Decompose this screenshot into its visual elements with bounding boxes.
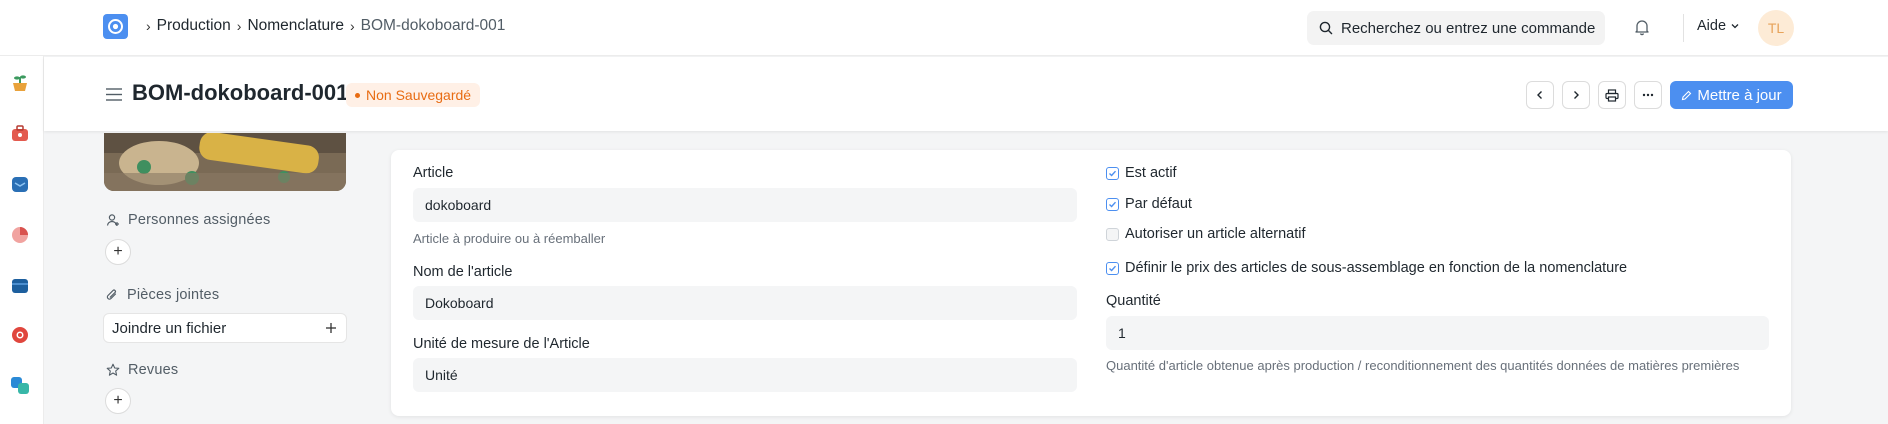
module-plant-icon[interactable] [9, 72, 31, 94]
add-assignee-button[interactable]: + [105, 239, 131, 265]
uom-field[interactable]: Unité [413, 358, 1077, 392]
module-toolbox-icon[interactable] [9, 122, 31, 144]
help-label: Aide [1697, 18, 1727, 34]
chevron-right-icon: › [349, 18, 355, 34]
is-active-checkbox[interactable] [1106, 166, 1119, 180]
print-button[interactable] [1598, 81, 1626, 109]
menu-toggle-icon[interactable] [106, 88, 122, 104]
paperclip-icon [106, 289, 117, 300]
module-folder-icon[interactable] [9, 274, 31, 296]
breadcrumb-nomenclature[interactable]: Nomenclature [247, 17, 344, 35]
breadcrumb-production[interactable]: Production [157, 17, 231, 35]
printer-icon [1605, 88, 1619, 102]
item-image[interactable] [104, 133, 346, 191]
search-icon [1319, 21, 1333, 35]
previous-record-button[interactable] [1526, 81, 1554, 109]
attachments-label: Pièces jointes [127, 287, 220, 303]
check-icon [1109, 265, 1117, 272]
chevron-down-icon [1731, 24, 1739, 29]
is-default-checkbox-row[interactable]: Par défaut [1106, 196, 1192, 212]
is-default-checkbox[interactable] [1106, 197, 1119, 211]
breadcrumb: › Production › Nomenclature › BOM-dokobo… [140, 17, 505, 35]
avatar[interactable]: TL [1758, 10, 1794, 46]
reviews-section-label: Revues [106, 362, 178, 378]
allow-alternative-checkbox-row[interactable]: Autoriser un article alternatif [1106, 226, 1306, 242]
is-active-label: Est actif [1125, 165, 1177, 181]
set-rate-checkbox[interactable] [1106, 261, 1119, 275]
chevron-left-icon [1537, 91, 1542, 99]
page-title: BOM-dokoboard-001 [132, 80, 349, 105]
top-navbar: › Production › Nomenclature › BOM-dokobo… [0, 0, 1888, 56]
user-icon [106, 214, 119, 226]
item-field-help: Article à produire ou à réemballer [413, 231, 606, 246]
is-default-label: Par défaut [1125, 196, 1192, 212]
update-button-label: Mettre à jour [1697, 86, 1782, 104]
quantity-field[interactable]: 1 [1106, 316, 1769, 350]
module-pie-chart-icon[interactable] [9, 223, 31, 245]
module-inbox-icon[interactable] [9, 173, 31, 195]
check-icon [1109, 170, 1117, 177]
pencil-icon [1682, 90, 1692, 100]
status-label: Non Sauvegardé [366, 87, 472, 103]
chevron-right-icon [1574, 91, 1579, 99]
next-record-button[interactable] [1562, 81, 1590, 109]
help-menu[interactable]: Aide [1697, 18, 1740, 34]
check-icon [1109, 201, 1117, 208]
assigned-section-label: Personnes assignées [106, 212, 270, 228]
chevron-right-icon: › [146, 18, 151, 34]
item-field[interactable]: dokoboard [413, 188, 1077, 222]
is-active-checkbox-row[interactable]: Est actif [1106, 165, 1177, 181]
quantity-label: Quantité [1106, 293, 1161, 309]
allow-alternative-checkbox[interactable] [1106, 227, 1119, 241]
more-actions-button[interactable] [1634, 81, 1662, 109]
add-review-button[interactable]: + [105, 388, 131, 414]
navbar-divider [1683, 14, 1684, 42]
update-button[interactable]: Mettre à jour [1670, 81, 1793, 109]
assigned-label: Personnes assignées [128, 212, 271, 228]
set-rate-checkbox-row[interactable]: Définir le prix des articles de sous-ass… [1106, 260, 1627, 276]
breadcrumb-current[interactable]: BOM-dokoboard-001 [361, 17, 506, 35]
bom-form-card: Article dokoboard Article à produire ou … [391, 150, 1791, 416]
search-bar[interactable] [1307, 11, 1605, 45]
app-logo-icon[interactable] [103, 14, 128, 39]
quantity-help: Quantité d'article obtenue après product… [1106, 358, 1740, 373]
attachments-section-label: Pièces jointes [106, 287, 219, 303]
attach-file-label: Joindre un fichier [112, 319, 227, 337]
item-field-label: Article [413, 165, 454, 181]
ellipsis-icon [1642, 93, 1654, 97]
notification-bell-icon[interactable] [1634, 18, 1650, 39]
item-name-label: Nom de l'article [413, 264, 513, 280]
page-header: BOM-dokoboard-001 Non Sauvegardé Mettre … [44, 57, 1888, 131]
module-blocks-icon[interactable] [9, 374, 31, 396]
search-input[interactable] [1341, 19, 1601, 37]
set-rate-label: Définir le prix des articles de sous-ass… [1125, 260, 1628, 276]
module-support-icon[interactable] [9, 324, 31, 346]
status-dot-icon [355, 92, 360, 98]
chevron-right-icon: › [236, 18, 242, 34]
reviews-label: Revues [128, 362, 179, 378]
uom-label: Unité de mesure de l'Article [413, 336, 590, 352]
star-icon [106, 363, 120, 376]
attach-file-button[interactable]: Joindre un fichier [103, 313, 347, 343]
module-rail [0, 56, 44, 424]
plus-icon [326, 323, 336, 333]
status-badge: Non Sauvegardé [346, 83, 481, 107]
allow-alternative-label: Autoriser un article alternatif [1125, 226, 1306, 242]
item-name-field[interactable]: Dokoboard [413, 286, 1077, 320]
